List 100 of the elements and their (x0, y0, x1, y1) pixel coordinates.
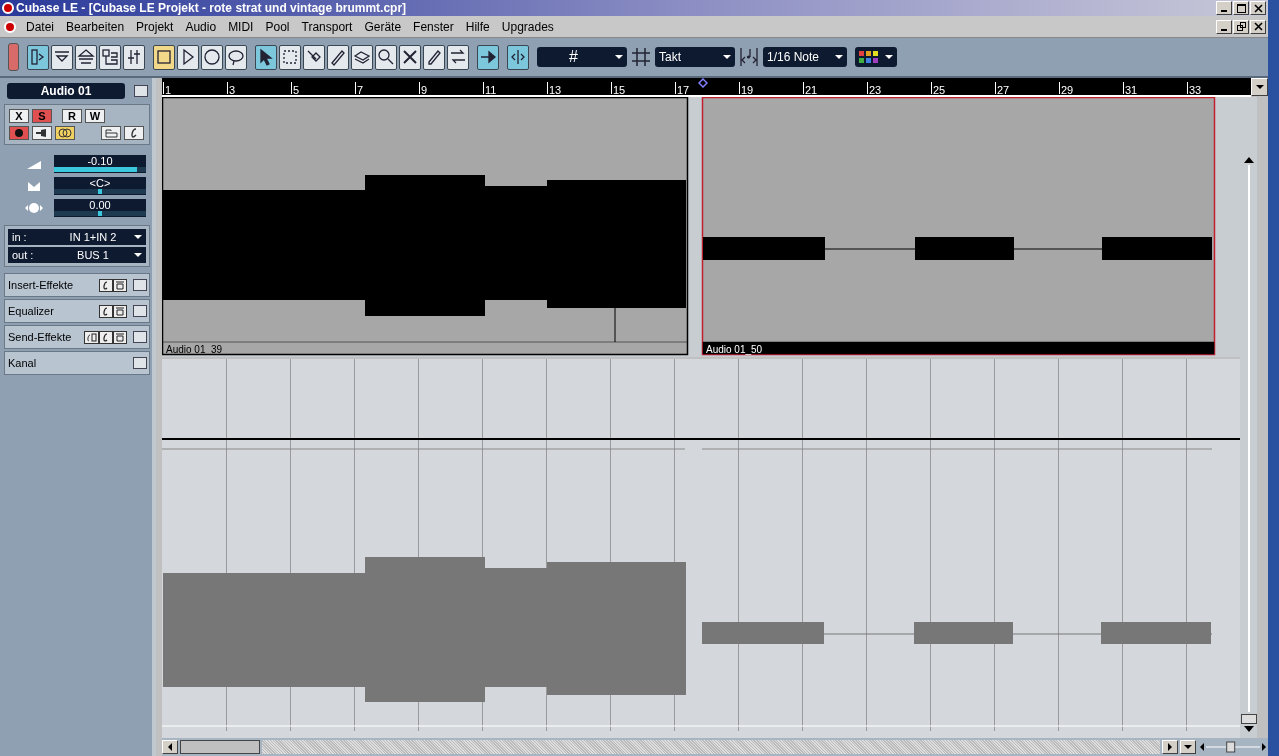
routing-dropdown[interactable]: in : IN 1+IN 2 (8, 229, 146, 245)
toolbar-button[interactable] (123, 44, 145, 70)
track-button[interactable]: W (85, 109, 105, 123)
inspector-section[interactable]: Send-Effekte (4, 325, 150, 349)
maximize-button[interactable] (1233, 1, 1249, 15)
menu-item[interactable]: Bearbeiten (60, 19, 131, 34)
toolbar-button[interactable] (423, 44, 445, 70)
collapse-icon[interactable] (133, 279, 147, 291)
toolbar-button[interactable] (303, 44, 325, 70)
track-button[interactable] (124, 126, 144, 140)
color-dropdown[interactable] (855, 47, 897, 67)
menu-item[interactable]: MIDI (222, 19, 260, 34)
snap-dropdown[interactable]: Takt (655, 47, 735, 67)
delay-icon (24, 202, 44, 214)
quantize-dropdown[interactable]: 1/16 Note (763, 47, 847, 67)
minimize-button[interactable] (1216, 1, 1232, 15)
menu-item[interactable]: Geräte (358, 19, 408, 34)
menu-item[interactable]: Projekt (130, 19, 180, 34)
scroll-thumb[interactable] (1240, 714, 1257, 724)
toolbar-button[interactable] (327, 44, 349, 70)
track-button[interactable]: S (32, 109, 52, 123)
audio-event[interactable] (162, 97, 689, 356)
restore-button[interactable] (1233, 19, 1249, 34)
fader-field[interactable]: 0.00 (54, 199, 146, 217)
zoom-slider[interactable] (1198, 740, 1268, 754)
bar-number: 19 (739, 82, 803, 94)
timeline-ruler[interactable]: 1 3 5 7 9 11 13 15 17 19 21 23 25 27 29 31 33 (162, 78, 1251, 97)
fader-thumb[interactable] (98, 189, 102, 194)
menu-item[interactable]: Datei (20, 19, 60, 34)
toolbar-button[interactable] (225, 44, 247, 70)
track-button[interactable]: R (62, 109, 82, 123)
scroll-right-button[interactable] (1162, 740, 1178, 754)
bar-number: 9 (419, 82, 483, 94)
tree-icon (101, 48, 119, 66)
fader-field[interactable]: <C> (54, 177, 146, 195)
menu-item[interactable]: Fenster (407, 19, 460, 34)
routing-dropdown[interactable]: out : BUS 1 (8, 247, 146, 263)
close-button[interactable] (1250, 19, 1266, 34)
grid-dropdown[interactable]: # (537, 47, 627, 67)
menu-item[interactable]: Pool (259, 19, 296, 34)
dropdown-arrow-button[interactable] (1251, 78, 1268, 96)
stop-icon (155, 48, 173, 66)
scroll-left-button[interactable] (162, 740, 178, 754)
collapse-icon[interactable] (133, 305, 147, 317)
bar-number: 5 (291, 82, 355, 94)
toolbar-button[interactable] (399, 44, 421, 70)
bypass-icon[interactable] (113, 304, 127, 318)
toolbar-button[interactable] (27, 44, 49, 70)
fader-field[interactable]: -0.10 (54, 155, 146, 173)
collapse-icon[interactable] (134, 85, 148, 97)
toolbar-button[interactable] (447, 44, 469, 70)
menu-item[interactable]: Hilfe (459, 19, 496, 34)
edit-icon[interactable] (99, 330, 113, 344)
bar-number: 23 (867, 82, 931, 94)
toolbar-button[interactable] (51, 44, 73, 70)
inspector-section[interactable]: Kanal (4, 351, 150, 375)
toolbar-button[interactable] (153, 44, 175, 70)
toolbar-button[interactable] (279, 44, 301, 70)
track-button[interactable]: X (9, 109, 29, 123)
toolbar-button[interactable] (177, 44, 199, 70)
vertical-scrollbar[interactable] (1240, 97, 1257, 738)
toolbar-button[interactable] (477, 44, 499, 70)
inspector-section[interactable]: Equalizer (4, 299, 150, 323)
toolbar-button[interactable] (351, 44, 373, 70)
pen-icon (425, 48, 443, 66)
track-button[interactable] (101, 126, 121, 140)
toolbar-button[interactable] (507, 44, 529, 70)
track-name[interactable]: Audio 01 (7, 83, 125, 99)
edit-icon[interactable] (99, 278, 113, 292)
bypass-icon[interactable] (113, 278, 127, 292)
menu-item[interactable]: Upgrades (495, 19, 560, 34)
collapse-icon[interactable] (133, 331, 147, 343)
slider-thumb[interactable] (1226, 741, 1236, 753)
track-button[interactable] (9, 126, 29, 140)
maximize-icon (1236, 3, 1246, 13)
edit-icon[interactable] (99, 304, 113, 318)
close-button[interactable] (1250, 1, 1266, 15)
audio-event[interactable] (701, 97, 1216, 356)
inspector-section[interactable]: Insert-Effekte (4, 273, 150, 297)
app-logo-icon[interactable] (4, 20, 16, 33)
zoom-preset-button[interactable] (1180, 740, 1196, 754)
minimize-button[interactable] (1216, 19, 1232, 34)
toolbar-button[interactable] (201, 44, 223, 70)
menu-item[interactable]: Transport (295, 19, 359, 34)
toolbar-button[interactable] (255, 44, 277, 70)
track-button[interactable] (32, 126, 52, 140)
bar-number: 3 (227, 82, 291, 94)
menu-item[interactable]: Audio (179, 19, 223, 34)
window-title: Cubase LE - [Cubase LE Projekt - rote strat und vintage brummt.cpr] (16, 1, 407, 15)
collapse-icon[interactable] (133, 357, 147, 369)
locator-icon[interactable] (698, 78, 708, 88)
bypass-icon[interactable] (113, 330, 127, 344)
track-button[interactable] (55, 126, 75, 140)
arrows-icon (449, 48, 467, 66)
toolbar-button[interactable] (99, 44, 121, 70)
scroll-down-icon[interactable] (1243, 726, 1254, 732)
scroll-thumb[interactable] (180, 740, 260, 754)
toolbar-button[interactable] (375, 44, 397, 70)
fader-thumb[interactable] (98, 211, 102, 216)
toolbar-button[interactable] (75, 44, 97, 70)
